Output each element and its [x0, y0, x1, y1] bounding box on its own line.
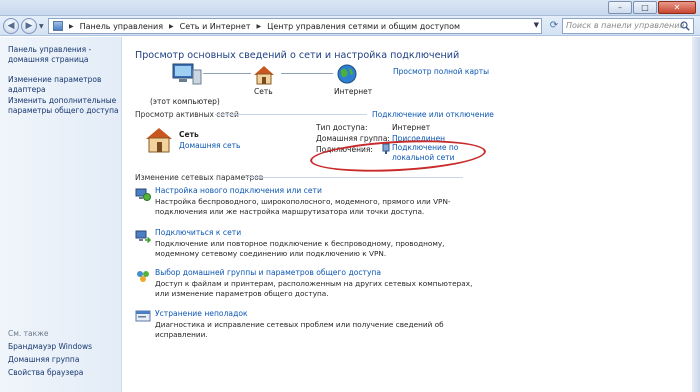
connect-network-icon: [135, 230, 151, 244]
close-button[interactable]: ✕: [658, 1, 696, 14]
access-type-label: Тип доступа:: [316, 123, 368, 132]
troubleshoot-icon: [135, 310, 151, 322]
task-description: Диагностика и исправление сетевых пробле…: [155, 320, 444, 339]
forward-button[interactable]: ▶: [21, 18, 37, 34]
see-also-heading: См. также: [8, 329, 49, 338]
refresh-icon[interactable]: ⟳: [546, 18, 562, 34]
main-content: Просмотр основных сведений о сети и наст…: [123, 37, 700, 392]
homegroup-icon: [137, 271, 149, 282]
window-controls: – □ ✕: [608, 1, 696, 14]
network-label: Сеть: [254, 87, 273, 96]
task-title[interactable]: Подключиться к сети: [155, 228, 241, 237]
chevron-right-icon[interactable]: ▶: [69, 23, 74, 30]
new-connection-icon: [135, 188, 151, 201]
task-description: Доступ к файлам и принтерам, расположенн…: [155, 279, 473, 298]
sidebar-link-browser-options[interactable]: Свойства браузера: [8, 368, 120, 378]
map-line-1: [203, 73, 251, 74]
breadcrumb-network-center[interactable]: Центр управления сетями и общим доступом: [267, 22, 460, 31]
search-input[interactable]: Поиск в панели управления: [562, 18, 694, 34]
full-map-link[interactable]: Просмотр полной карты: [393, 67, 489, 76]
chevron-right-icon[interactable]: ▶: [169, 23, 174, 30]
window-right-edge: [692, 37, 700, 392]
divider: [215, 114, 367, 115]
navigation-bar: ◀ ▶ ▼ ▶ Панель управления ▶ Сеть и Интер…: [0, 16, 700, 36]
task-title[interactable]: Настройка нового подключения или сети: [155, 186, 322, 195]
sidebar-link-home[interactable]: Панель управления - домашняя страница: [8, 45, 120, 65]
access-type-value: Интернет: [392, 123, 431, 132]
task-title[interactable]: Устранение неполадок: [155, 309, 248, 318]
sidebar-link-firewall[interactable]: Брандмауэр Windows: [8, 342, 120, 352]
sidebar-link-adapter[interactable]: Изменение параметров адаптера: [8, 75, 120, 95]
sidebar-link-sharing[interactable]: Изменить дополнительные параметры общего…: [8, 96, 120, 116]
search-placeholder: Поиск в панели управления: [566, 21, 685, 30]
network-type-link[interactable]: Домашняя сеть: [179, 141, 240, 150]
sidebar: Панель управления - домашняя страница Из…: [0, 37, 122, 392]
internet-label: Интернет: [334, 87, 373, 96]
internet-globe-icon: [337, 64, 357, 84]
breadcrumb-network-internet[interactable]: Сеть и Интернет: [180, 22, 251, 31]
chevron-right-icon[interactable]: ▶: [257, 23, 262, 30]
control-panel-icon: [53, 21, 63, 31]
address-dropdown-icon[interactable]: ▼: [534, 21, 539, 29]
history-dropdown-icon[interactable]: ▼: [39, 23, 44, 30]
active-network-name: Сеть: [179, 130, 199, 139]
computer-icon: [172, 63, 202, 85]
maximize-button[interactable]: □: [633, 1, 657, 14]
this-computer-label: (этот компьютер): [150, 97, 220, 106]
breadcrumb-control-panel[interactable]: Панель управления: [80, 22, 163, 31]
title-bar: – □ ✕: [0, 0, 700, 16]
divider: [245, 177, 463, 178]
sidebar-link-homegroup[interactable]: Домашняя группа: [8, 355, 120, 365]
home-network-icon[interactable]: [145, 127, 173, 153]
page-title: Просмотр основных сведений о сети и наст…: [135, 50, 460, 61]
network-house-icon: [254, 66, 274, 85]
search-icon[interactable]: [680, 21, 690, 31]
task-description: Настройка беспроводного, широкополосного…: [155, 197, 451, 216]
connect-disconnect-link[interactable]: Подключение или отключение: [372, 110, 494, 119]
back-button[interactable]: ◀: [3, 18, 19, 34]
map-line-2: [281, 73, 333, 74]
task-title[interactable]: Выбор домашней группы и параметров общег…: [155, 268, 381, 277]
address-bar[interactable]: ▶ Панель управления ▶ Сеть и Интернет ▶ …: [48, 18, 542, 34]
task-description: Подключение или повторное подключение к …: [155, 239, 445, 258]
minimize-button[interactable]: –: [608, 1, 632, 14]
